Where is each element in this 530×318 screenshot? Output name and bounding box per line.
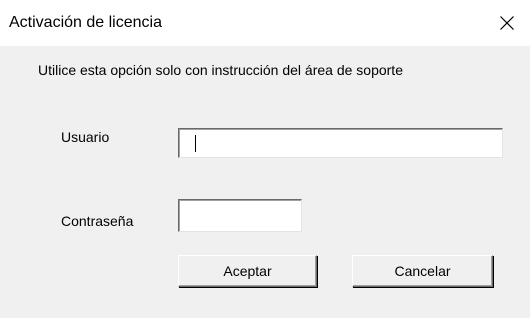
title-bar[interactable]: Activación de licencia: [0, 0, 530, 46]
password-input[interactable]: [178, 199, 302, 232]
close-icon: [500, 16, 514, 30]
accept-button[interactable]: Aceptar: [178, 255, 317, 287]
close-button[interactable]: [484, 0, 530, 46]
username-input[interactable]: [178, 128, 503, 158]
text-caret: [195, 135, 196, 152]
license-activation-dialog: Activación de licencia Utilice esta opci…: [0, 0, 530, 318]
window-title: Activación de licencia: [9, 14, 162, 31]
instruction-text: Utilice esta opción solo con instrucción…: [38, 62, 403, 78]
cancel-button[interactable]: Cancelar: [352, 255, 493, 287]
password-label: Contraseña: [61, 213, 134, 229]
username-label: Usuario: [61, 129, 110, 145]
